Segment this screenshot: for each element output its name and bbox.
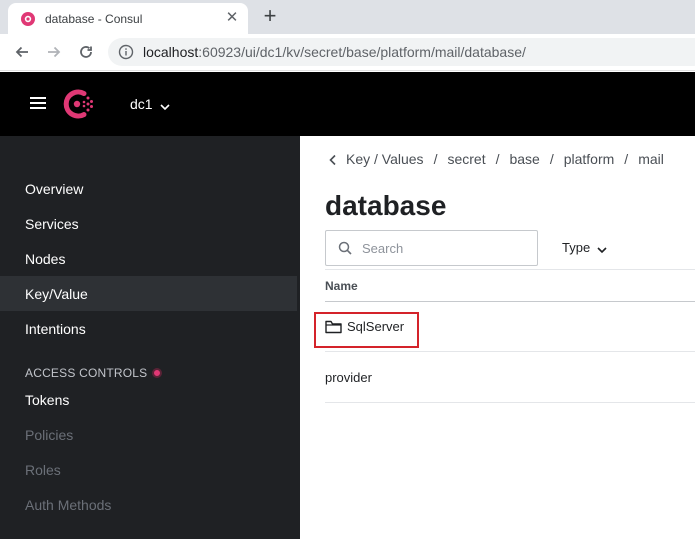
hamburger-icon[interactable]: [30, 97, 46, 111]
reload-button[interactable]: [74, 40, 98, 64]
sidebar-item-overview[interactable]: Overview: [0, 171, 300, 206]
page-title: database: [325, 190, 447, 221]
access-controls-heading: ACCESS CONTROLS: [25, 366, 163, 380]
url-host: localhost: [143, 44, 199, 60]
access-controls-label: ACCESS CONTROLS: [25, 366, 148, 380]
browser-toolbar: localhost:60923/ui/dc1/kv/secret/base/pl…: [0, 34, 695, 71]
main-content: Key / Values / secret / base / platform …: [300, 136, 695, 539]
status-badge: [152, 368, 163, 378]
datacenter-switcher[interactable]: dc1: [130, 96, 170, 112]
sidebar-item-auth-methods: Auth Methods: [25, 496, 112, 513]
chevron-left-icon: [328, 153, 338, 166]
info-circle-icon[interactable]: [118, 44, 134, 60]
datacenter-label: dc1: [130, 96, 153, 112]
sidebar: Overview Services Nodes Key/Value Intent…: [0, 136, 300, 539]
table-row[interactable]: provider: [325, 353, 695, 403]
sidebar-item-policies: Policies: [25, 426, 74, 443]
tab-title: database - Consul: [45, 11, 143, 26]
breadcrumb-mail[interactable]: mail: [638, 151, 664, 167]
search-input[interactable]: [362, 240, 522, 256]
chevron-down-icon: [597, 243, 607, 253]
breadcrumb-separator: /: [495, 151, 500, 167]
folder-icon: [325, 320, 342, 334]
sidebar-item-roles: Roles: [25, 461, 61, 478]
search-icon: [338, 241, 352, 255]
divider: [325, 269, 695, 270]
type-filter-dropdown[interactable]: Type: [562, 240, 607, 255]
new-tab-button[interactable]: +: [258, 5, 282, 29]
type-filter-label: Type: [562, 240, 591, 255]
sidebar-item-key-value[interactable]: Key/Value: [0, 276, 297, 311]
url-text: localhost:60923/ui/dc1/kv/secret/base/pl…: [143, 44, 526, 60]
breadcrumb-platform[interactable]: platform: [564, 151, 615, 167]
reload-icon: [78, 44, 94, 60]
sidebar-item-nodes[interactable]: Nodes: [0, 241, 300, 276]
tab-close-icon[interactable]: ✕: [224, 10, 240, 26]
search-box[interactable]: [325, 230, 538, 266]
breadcrumb-separator: /: [624, 151, 629, 167]
row-name[interactable]: provider: [325, 370, 372, 385]
consul-logo-icon[interactable]: [62, 87, 96, 121]
browser-tabstrip: database - Consul ✕ +: [0, 0, 695, 34]
arrow-right-icon: [46, 44, 62, 60]
browser-tab[interactable]: database - Consul ✕: [8, 3, 248, 34]
url-path: :60923/ui/dc1/kv/secret/base/platform/ma…: [198, 44, 526, 60]
app-header: dc1: [0, 72, 695, 136]
row-name[interactable]: SqlServer: [325, 319, 404, 334]
breadcrumb-secret[interactable]: secret: [447, 151, 485, 167]
table-row[interactable]: SqlServer: [314, 302, 695, 352]
back-button[interactable]: [10, 40, 34, 64]
breadcrumb-key-values[interactable]: Key / Values: [346, 151, 424, 167]
breadcrumb-base[interactable]: base: [509, 151, 539, 167]
breadcrumb-separator: /: [433, 151, 438, 167]
consul-favicon-icon: [20, 11, 36, 27]
arrow-left-icon: [14, 44, 30, 60]
sidebar-item-services[interactable]: Services: [0, 206, 300, 241]
chevron-down-icon: [160, 99, 170, 111]
breadcrumb: Key / Values / secret / base / platform …: [328, 151, 664, 167]
row-name-text: provider: [325, 370, 372, 385]
sidebar-item-tokens[interactable]: Tokens: [0, 382, 300, 417]
address-bar[interactable]: localhost:60923/ui/dc1/kv/secret/base/pl…: [108, 38, 695, 66]
breadcrumb-separator: /: [549, 151, 554, 167]
sidebar-item-intentions[interactable]: Intentions: [0, 311, 300, 346]
row-name-text: SqlServer: [347, 319, 405, 334]
forward-button[interactable]: [42, 40, 66, 64]
column-header-name: Name: [325, 279, 358, 293]
